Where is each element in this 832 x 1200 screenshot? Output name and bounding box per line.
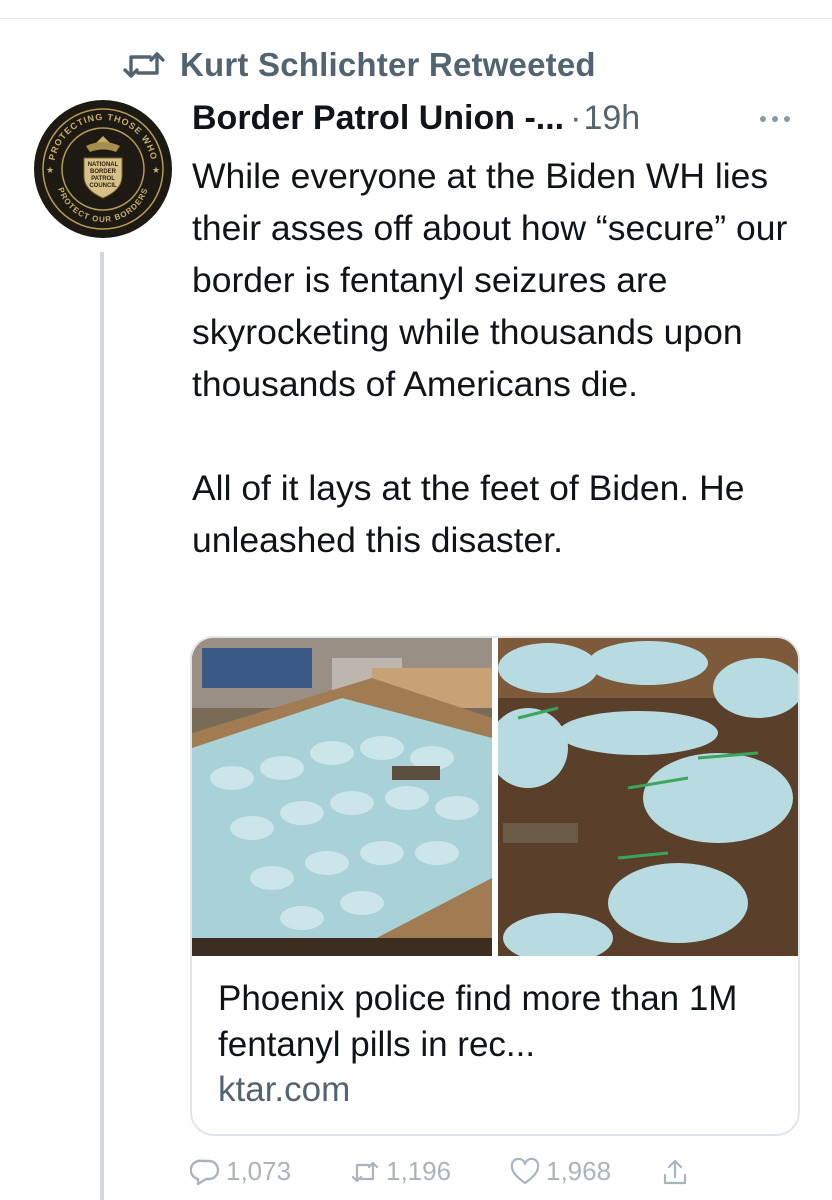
reply-button[interactable]: 1,073 — [190, 1156, 350, 1187]
seal-line-3: PATROL — [91, 176, 115, 182]
svg-text:★: ★ — [152, 165, 160, 175]
fentanyl-bags-on-table-photo — [192, 638, 492, 956]
thread-connector-line — [100, 252, 104, 1200]
like-icon — [510, 1157, 540, 1187]
more-options-icon[interactable] — [760, 112, 800, 126]
tweet-actions-bar: 1,073 1,196 1,968 — [190, 1156, 690, 1187]
tweet-paragraph-2: All of it lays at the feet of Biden. He … — [192, 468, 745, 560]
retweet-banner-label: Kurt Schlichter Retweeted — [180, 46, 596, 83]
tweet-paragraph-1: While everyone at the Biden WH lies thei… — [192, 156, 788, 404]
share-icon — [660, 1157, 690, 1187]
tweet-header: Border Patrol Union -... · 19h — [192, 99, 640, 138]
share-button[interactable] — [660, 1157, 690, 1187]
like-button[interactable]: 1,968 — [510, 1156, 660, 1187]
seal-line-2: BORDER — [90, 169, 117, 175]
seal-line-1: NATIONAL — [88, 162, 119, 168]
fentanyl-bags-closeup-photo — [498, 638, 798, 956]
tweet-body: While everyone at the Biden WH lies thei… — [192, 150, 812, 566]
reply-icon — [190, 1157, 220, 1187]
retweet-icon — [122, 48, 166, 82]
svg-text:★: ★ — [46, 165, 54, 175]
top-separator — [0, 0, 832, 19]
link-card-domain: ktar.com — [218, 1070, 351, 1109]
separator-dot: · — [570, 99, 582, 137]
author-display-name[interactable]: Border Patrol Union -... — [192, 99, 564, 138]
link-card-title: Phoenix police find more than 1M fentany… — [218, 979, 738, 1064]
tweet-timestamp[interactable]: 19h — [583, 99, 640, 138]
card-images — [192, 638, 798, 956]
retweet-button[interactable]: 1,196 — [350, 1156, 510, 1187]
retweet-banner[interactable]: Kurt Schlichter Retweeted — [122, 46, 596, 84]
nbpc-seal-avatar[interactable]: PROTECTING THOSE WHO PROTECT OUR BORDERS… — [34, 100, 172, 238]
retweet-icon — [350, 1157, 380, 1187]
seal-line-4: COUNCIL — [89, 183, 117, 189]
like-count: 1,968 — [546, 1156, 612, 1186]
retweet-count: 1,196 — [386, 1156, 452, 1186]
link-preview-card[interactable]: Phoenix police find more than 1M fentany… — [190, 636, 800, 1136]
reply-count: 1,073 — [226, 1156, 292, 1186]
